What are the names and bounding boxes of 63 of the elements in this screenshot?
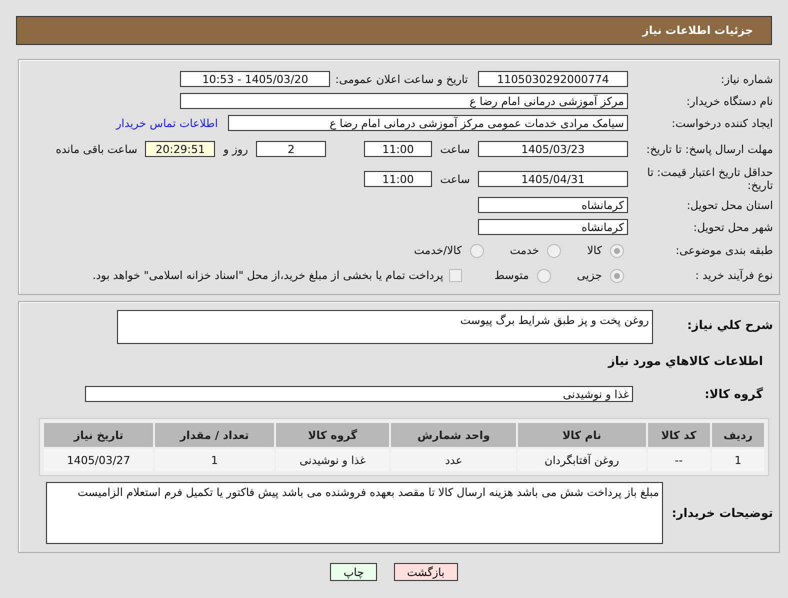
checkbox-label: پرداخت تمام یا بخشی از مبلغ خرید،از محل "اسناد خزانه اسلامی" خواهد بود. bbox=[92, 269, 444, 282]
section-heading: اطلاعات کالاهاي مورد نياز bbox=[608, 354, 763, 368]
field-label: گروه کالا: bbox=[704, 387, 764, 401]
time-label: ساعت bbox=[440, 172, 470, 186]
description-field: روغن پخت و پز طبق شرایط برگ پیوست bbox=[117, 310, 653, 344]
column-header: تاریخ نیاز bbox=[44, 423, 154, 447]
field-label: طبقه بندی موضوعی: bbox=[674, 244, 773, 257]
radio-button[interactable] bbox=[610, 244, 624, 258]
radio-label: جزیی bbox=[576, 269, 602, 282]
field-label: شهر محل تحویل: bbox=[692, 220, 773, 234]
field-label: توضیحات خریدار: bbox=[670, 506, 773, 520]
days-label: روز و bbox=[223, 142, 248, 156]
checkbox[interactable] bbox=[449, 269, 462, 282]
need-number-field: 1105030292000774 bbox=[478, 71, 628, 87]
announce-date-field: 1405/03/20 - 10:53 bbox=[180, 71, 330, 87]
requester-field: سیامک مرادی خدمات عمومی مرکز آموزشی درمانی امام رضا ع bbox=[228, 115, 628, 131]
field-label: حداقل تاریخ اعتبار قیمت: تا تاریخ: bbox=[646, 166, 773, 192]
buyer-org-field: مرکز آموزشی درمانی امام رضا ع bbox=[180, 93, 628, 109]
table-cell: روغن آفتابگردان bbox=[518, 449, 646, 471]
days-field: 2 bbox=[256, 141, 326, 157]
column-header: نام کالا bbox=[518, 423, 646, 447]
field-label: ایجاد کننده درخواست: bbox=[670, 116, 773, 130]
radio-button[interactable] bbox=[610, 268, 624, 282]
remaining-label: ساعت باقی مانده bbox=[56, 142, 138, 156]
table-cell: -- bbox=[648, 449, 710, 471]
field-label: نوع فرآیند خرید : bbox=[694, 269, 773, 282]
buyer-contact-link[interactable]: اطلاعات تماس خریدار bbox=[116, 116, 218, 130]
date-field: 1405/03/23 bbox=[478, 141, 628, 157]
field-label: استان محل تحویل: bbox=[686, 198, 773, 212]
column-header: تعداد / مقدار bbox=[155, 423, 274, 447]
field-label: شرح کلي نياز: bbox=[686, 317, 773, 332]
remaining-time-field: 20:29:51 bbox=[145, 141, 216, 157]
radio-label: متوسط bbox=[494, 269, 529, 282]
date-field: 1405/04/31 bbox=[478, 171, 628, 187]
city-field: کرمانشاه bbox=[478, 219, 628, 235]
field-label: مهلت ارسال پاسخ: تا تاریخ: bbox=[645, 142, 773, 156]
field-label: شماره نیاز: bbox=[720, 72, 773, 86]
time-label: ساعت bbox=[440, 142, 470, 156]
radio-button[interactable] bbox=[547, 244, 562, 258]
back-button[interactable]: بازگشت bbox=[394, 563, 458, 581]
time-field: 11:00 bbox=[364, 141, 432, 157]
print-button[interactable]: چاپ bbox=[330, 563, 377, 581]
buyer-notes-field: مبلغ باز پرداخت شش می باشد هزینه ارسال کالا تا مقصد بعهده فروشنده می باشد پیش فاکتور یا تکمیل فرم استعلام الزامیست bbox=[46, 482, 663, 544]
table-cell: غذا و نوشیدنی bbox=[276, 449, 390, 471]
radio-label: کالا/خدمت bbox=[414, 244, 462, 257]
field-label: تاریخ و ساعت اعلان عمومی: bbox=[335, 72, 468, 86]
column-header: رديف bbox=[712, 423, 764, 447]
radio-button[interactable] bbox=[470, 244, 484, 258]
column-header: گروه کالا bbox=[276, 423, 390, 447]
column-header: کد کالا bbox=[648, 423, 710, 447]
province-field: کرمانشاه bbox=[478, 197, 628, 213]
radio-label: خدمت bbox=[510, 244, 540, 257]
table-cell: 1 bbox=[155, 449, 274, 471]
field-label: نام دستگاه خریدار: bbox=[685, 94, 773, 108]
page-title: جزئیات اطلاعات نیاز bbox=[642, 24, 753, 37]
time-field: 11:00 bbox=[364, 171, 432, 187]
radio-label: کالا bbox=[587, 244, 602, 257]
table-cell: 1405/03/27 bbox=[44, 449, 154, 471]
table-cell: 1 bbox=[712, 449, 764, 471]
table-cell: عدد bbox=[391, 449, 516, 471]
goods-group-field: غذا و نوشیدنی bbox=[85, 386, 633, 402]
column-header: واحد شمارش bbox=[391, 423, 516, 447]
radio-button[interactable] bbox=[536, 268, 551, 282]
